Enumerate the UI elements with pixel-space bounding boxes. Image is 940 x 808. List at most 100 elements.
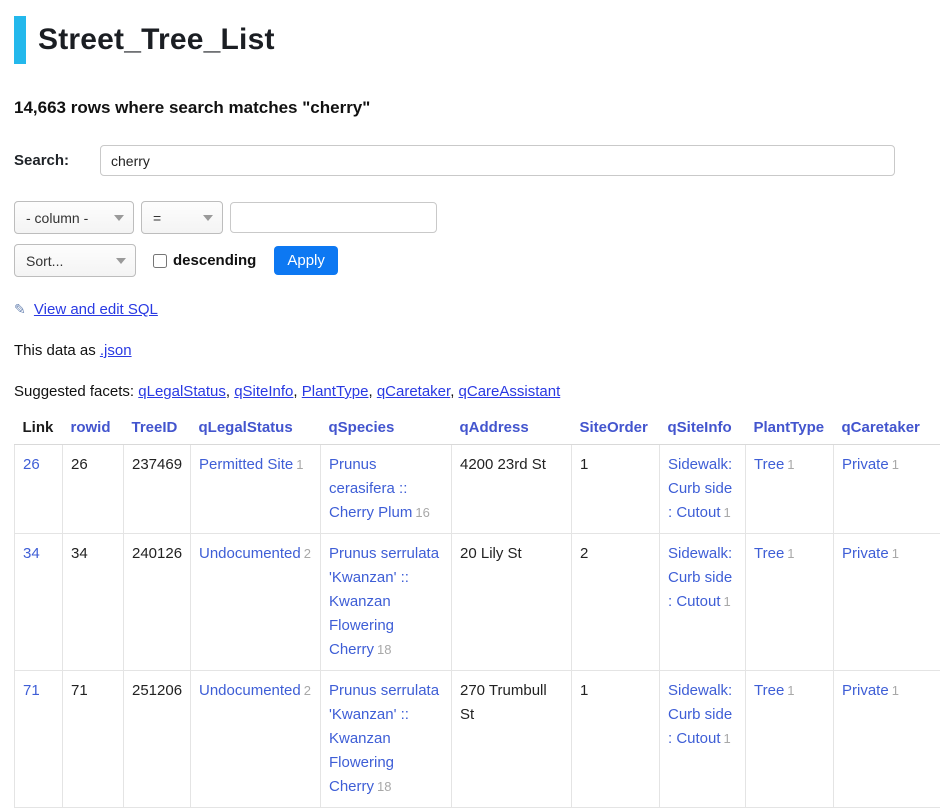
row-link[interactable]: 26 bbox=[23, 456, 40, 473]
table-row: 34 34 240126 Undocumented2 Prunus serrul… bbox=[15, 534, 940, 671]
column-header-rowid[interactable]: rowid bbox=[63, 417, 124, 445]
filter-value-input[interactable] bbox=[230, 202, 437, 233]
cell-qsiteinfo: Sidewalk: Curb side : Cutout1 bbox=[660, 534, 746, 671]
cell-qaddress: 20 Lily St bbox=[452, 534, 572, 671]
data-as-line: This data as .json bbox=[14, 342, 940, 359]
cell-rowid: 26 bbox=[63, 445, 124, 534]
cell-siteorder: 1 bbox=[572, 671, 660, 808]
search-label: Search: bbox=[14, 152, 100, 169]
cell-planttype: Tree1 bbox=[746, 671, 834, 808]
facet-value-link[interactable]: Private bbox=[842, 682, 889, 699]
facet-link-qlegalstatus[interactable]: qLegalStatus bbox=[138, 383, 226, 400]
cell-link: 34 bbox=[15, 534, 63, 671]
table-row: 26 26 237469 Permitted Site1 Prunus cera… bbox=[15, 445, 940, 534]
facet-count: 1 bbox=[724, 505, 731, 520]
facet-value-link[interactable]: Private bbox=[842, 456, 889, 473]
facet-separator: , bbox=[450, 383, 454, 400]
filter-column-value: - column - bbox=[26, 210, 88, 226]
pencil-icon: ✎ bbox=[14, 301, 26, 317]
column-header-qaddress[interactable]: qAddress bbox=[452, 417, 572, 445]
column-header-qspecies[interactable]: qSpecies bbox=[321, 417, 452, 445]
cell-rowid: 71 bbox=[63, 671, 124, 808]
cell-treeid: 237469 bbox=[124, 445, 191, 534]
row-link[interactable]: 71 bbox=[23, 682, 40, 699]
row-link[interactable]: 34 bbox=[23, 545, 40, 562]
cell-planttype: Tree1 bbox=[746, 445, 834, 534]
facet-value-link[interactable]: Tree bbox=[754, 682, 784, 699]
facet-link-planttype[interactable]: PlantType bbox=[302, 383, 369, 400]
cell-link: 71 bbox=[15, 671, 63, 808]
column-header-qsiteinfo[interactable]: qSiteInfo bbox=[660, 417, 746, 445]
sql-link-line: ✎ View and edit SQL bbox=[14, 301, 940, 318]
json-link[interactable]: .json bbox=[100, 342, 132, 359]
cell-planttype: Tree1 bbox=[746, 534, 834, 671]
facet-value-link[interactable]: Sidewalk: Curb side : Cutout bbox=[668, 682, 732, 747]
facet-value-link[interactable]: Permitted Site bbox=[199, 456, 293, 473]
sort-select[interactable]: Sort... bbox=[14, 244, 136, 277]
table-header-row: Link rowid TreeID qLegalStatus qSpecies … bbox=[15, 417, 940, 445]
facet-link-qcaretaker[interactable]: qCaretaker bbox=[377, 383, 450, 400]
facet-link-qsiteinfo[interactable]: qSiteInfo bbox=[234, 383, 293, 400]
facet-count: 1 bbox=[892, 683, 899, 698]
facet-separator: , bbox=[368, 383, 372, 400]
cell-qaddress: 270 Trumbull St bbox=[452, 671, 572, 808]
chevron-down-icon bbox=[116, 258, 126, 264]
cell-qspecies: Prunus serrulata 'Kwanzan' :: Kwanzan Fl… bbox=[321, 534, 452, 671]
column-header-link: Link bbox=[15, 417, 63, 445]
column-header-siteorder[interactable]: SiteOrder bbox=[572, 417, 660, 445]
cell-link: 26 bbox=[15, 445, 63, 534]
facets-label: Suggested facets: bbox=[14, 383, 134, 400]
facet-value-link[interactable]: Sidewalk: Curb side : Cutout bbox=[668, 456, 732, 521]
facet-value-link[interactable]: Sidewalk: Curb side : Cutout bbox=[668, 545, 732, 610]
sort-select-value: Sort... bbox=[26, 253, 63, 269]
column-header-qlegalstatus[interactable]: qLegalStatus bbox=[191, 417, 321, 445]
page-title: Street_Tree_List bbox=[38, 23, 275, 57]
table-row: 71 71 251206 Undocumented2 Prunus serrul… bbox=[15, 671, 940, 808]
cell-qcaretaker: Private1 bbox=[834, 671, 940, 808]
cell-qsiteinfo: Sidewalk: Curb side : Cutout1 bbox=[660, 671, 746, 808]
facet-count: 18 bbox=[377, 779, 391, 794]
data-as-prefix: This data as bbox=[14, 342, 96, 359]
facet-link-qcareassistant[interactable]: qCareAssistant bbox=[459, 383, 561, 400]
cell-qlegalstatus: Permitted Site1 bbox=[191, 445, 321, 534]
facet-count: 16 bbox=[415, 505, 429, 520]
apply-button[interactable]: Apply bbox=[274, 246, 338, 275]
column-header-qcaretaker[interactable]: qCaretaker bbox=[834, 417, 940, 445]
cell-siteorder: 1 bbox=[572, 445, 660, 534]
view-edit-sql-link[interactable]: View and edit SQL bbox=[34, 301, 158, 318]
facet-value-link[interactable]: Tree bbox=[754, 456, 784, 473]
cell-qlegalstatus: Undocumented2 bbox=[191, 671, 321, 808]
facet-count: 2 bbox=[304, 546, 311, 561]
filter-row: - column - = bbox=[14, 201, 940, 234]
facet-separator: , bbox=[226, 383, 230, 400]
search-input[interactable] bbox=[100, 145, 895, 176]
facet-value-link[interactable]: Undocumented bbox=[199, 545, 301, 562]
row-count-summary: 14,663 rows where search matches "cherry… bbox=[14, 98, 940, 118]
descending-checkbox[interactable] bbox=[153, 254, 167, 268]
chevron-down-icon bbox=[114, 215, 124, 221]
cell-treeid: 240126 bbox=[124, 534, 191, 671]
facet-count: 1 bbox=[787, 457, 794, 472]
accent-bar bbox=[14, 16, 26, 64]
facet-value-link[interactable]: Prunus cerasifera :: Cherry Plum bbox=[329, 456, 412, 521]
filter-operator-select[interactable]: = bbox=[141, 201, 223, 234]
cell-rowid: 34 bbox=[63, 534, 124, 671]
facet-count: 18 bbox=[377, 642, 391, 657]
filter-column-select[interactable]: - column - bbox=[14, 201, 134, 234]
facet-value-link[interactable]: Undocumented bbox=[199, 682, 301, 699]
cell-qaddress: 4200 23rd St bbox=[452, 445, 572, 534]
facet-count: 1 bbox=[296, 457, 303, 472]
column-header-treeid[interactable]: TreeID bbox=[124, 417, 191, 445]
cell-qspecies: Prunus cerasifera :: Cherry Plum16 bbox=[321, 445, 452, 534]
facet-value-link[interactable]: Tree bbox=[754, 545, 784, 562]
search-row: Search: bbox=[14, 145, 895, 176]
facet-count: 1 bbox=[724, 731, 731, 746]
facet-value-link[interactable]: Private bbox=[842, 545, 889, 562]
facet-count: 2 bbox=[304, 683, 311, 698]
facet-count: 1 bbox=[787, 546, 794, 561]
column-header-planttype[interactable]: PlantType bbox=[746, 417, 834, 445]
cell-treeid: 251206 bbox=[124, 671, 191, 808]
facet-count: 1 bbox=[892, 546, 899, 561]
facet-count: 1 bbox=[787, 683, 794, 698]
sort-row: Sort... descending Apply bbox=[14, 244, 940, 277]
